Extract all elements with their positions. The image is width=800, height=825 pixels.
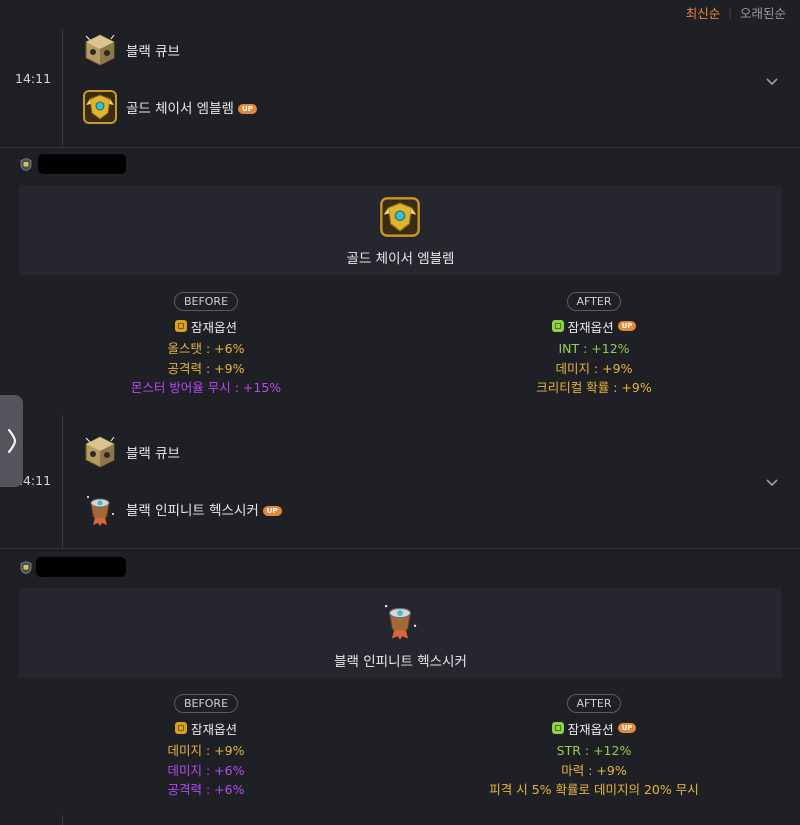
option-line: 마력 : +9% (561, 762, 627, 778)
sort-divider: | (728, 5, 732, 19)
redacted-username (38, 154, 126, 174)
chevron-down-icon[interactable] (764, 73, 780, 89)
legendary-grade-icon (551, 320, 564, 332)
card-item-name: 블랙 인피니트 헥스시커 (334, 654, 467, 670)
item-entry: 골드 체이서 엠블렘 UP (80, 87, 257, 127)
cube-name: 블랙 큐브 (126, 446, 180, 462)
before-pill: BEFORE (173, 694, 239, 713)
before-pill: BEFORE (173, 292, 239, 311)
potential-title-text: 잠재옵션 (190, 319, 237, 335)
after-pill: AFTER (566, 292, 622, 311)
item-card: 골드 체이서 엠블렘 (19, 185, 782, 275)
divider (0, 147, 800, 148)
item-entry: 블랙 인피니트 헥스시커 UP (80, 489, 282, 529)
chevron-right-icon (7, 428, 16, 454)
redacted-username (36, 557, 126, 577)
before-column: BEFORE 잠재옵션 데미지 : +9% 데미지 : +6% 공격력 : +6… (76, 692, 336, 800)
potential-title: 잠재옵션 (76, 317, 336, 335)
shield-icon (20, 158, 32, 171)
after-column: AFTER 잠재옵션 UP INT : +12% 데미지 : +9% 크리티컬 확… (464, 290, 724, 398)
potential-title: 잠재옵션 UP (464, 317, 724, 335)
sort-latest-button[interactable]: 최신순 (686, 3, 721, 22)
divider (0, 548, 800, 549)
black-cube-icon (80, 432, 120, 472)
option-line: 공격력 : +9% (167, 360, 245, 376)
timeline-line (62, 30, 63, 147)
option-line: STR : +12% (556, 743, 632, 758)
item-name-text: 골드 체이서 엠블렘 (126, 101, 234, 117)
option-line: 데미지 : +6% (167, 762, 245, 778)
option-line: 올스탯 : +6% (167, 341, 245, 356)
after-column: AFTER 잠재옵션 UP STR : +12% 마력 : +9% 피격 시 5%… (464, 692, 724, 800)
potential-title-text: 잠재옵션 (567, 721, 614, 737)
up-badge: UP (617, 321, 637, 331)
shield-icon (20, 561, 32, 574)
cube-entry: 블랙 큐브 (80, 30, 180, 70)
cube-entry: 블랙 큐브 (80, 432, 180, 472)
before-column: BEFORE 잠재옵션 올스탯 : +6% 공격력 : +9% 몬스터 방어율 … (76, 290, 336, 398)
option-line: 데미지 : +9% (167, 743, 245, 758)
user-row (20, 158, 32, 171)
user-row (20, 561, 32, 574)
sort-options: 최신순 | 오래된순 (686, 0, 786, 24)
option-line: INT : +12% (558, 341, 630, 356)
up-badge: UP (237, 104, 257, 114)
option-line: 데미지 : +9% (555, 360, 633, 376)
option-line: 크리티컬 확률 : +9% (536, 380, 652, 395)
timeline-line (62, 815, 63, 825)
option-line: 공격력 : +6% (167, 782, 245, 797)
hexseeker-icon (80, 489, 120, 529)
option-line: 피격 시 5% 확률로 데미지의 20% 무시 (489, 782, 699, 797)
potential-title: 잠재옵션 (76, 719, 336, 737)
legendary-grade-icon (551, 722, 564, 734)
cube-name: 블랙 큐브 (126, 44, 180, 60)
card-item-name: 골드 체이서 엠블렘 (346, 251, 455, 267)
potential-title: 잠재옵션 UP (464, 719, 724, 737)
black-cube-icon (80, 30, 120, 70)
gold-emblem-icon (377, 194, 423, 240)
log-time: 14:11 (15, 71, 52, 86)
item-name-text: 블랙 인피니트 헥스시커 (126, 503, 259, 519)
item-card: 블랙 인피니트 헥스시커 (19, 588, 782, 678)
after-pill: AFTER (566, 694, 622, 713)
timeline-line (62, 415, 63, 548)
unique-grade-icon (174, 722, 187, 734)
hexseeker-icon (377, 597, 423, 643)
potential-title-text: 잠재옵션 (567, 319, 614, 335)
chevron-down-icon[interactable] (764, 474, 780, 490)
potential-title-text: 잠재옵션 (190, 721, 237, 737)
gold-emblem-icon (80, 87, 120, 127)
up-badge: UP (617, 723, 637, 733)
item-name: 골드 체이서 엠블렘 UP (126, 97, 257, 117)
sort-oldest-button[interactable]: 오래된순 (740, 3, 786, 22)
item-name: 블랙 인피니트 헥스시커 UP (126, 499, 282, 519)
up-badge: UP (262, 506, 282, 516)
side-panel-toggle[interactable] (0, 395, 23, 487)
option-line: 몬스터 방어율 무시 : +15% (130, 380, 282, 395)
unique-grade-icon (174, 320, 187, 332)
